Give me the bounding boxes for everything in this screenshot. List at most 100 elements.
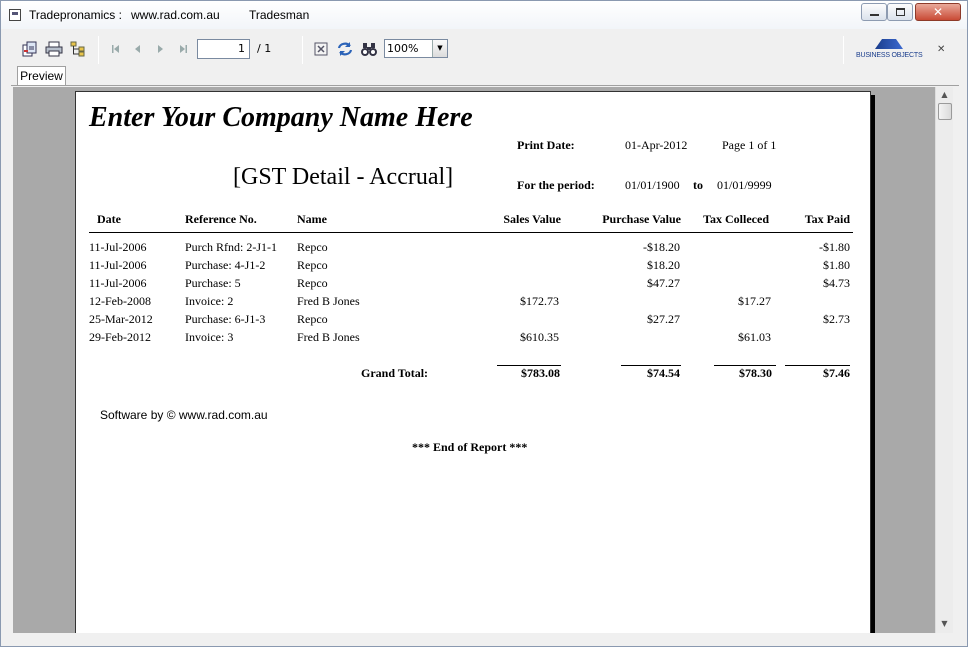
cell-tax-paid: $4.73 [823, 276, 850, 290]
report-page: Enter Your Company Name Here Print Date:… [75, 91, 871, 633]
first-page-icon [112, 45, 119, 53]
total-tax-paid: $7.46 [823, 366, 850, 380]
binoculars-icon [361, 43, 377, 56]
refresh-icon [337, 42, 353, 56]
maximize-icon [895, 8, 905, 16]
last-page-icon [180, 45, 187, 53]
header-rule [89, 232, 853, 233]
title-app-name: Tradepronamics : [29, 8, 122, 22]
report-title: [GST Detail - Accrual] [233, 164, 454, 190]
status-strip [13, 633, 953, 645]
title-user: Tradesman [249, 8, 310, 22]
business-objects-logo: BUSINESS OBJECTS [856, 39, 923, 63]
column-header-sales: Sales Value [503, 212, 561, 226]
last-page-button[interactable] [174, 40, 192, 58]
company-name: Enter Your Company Name Here [89, 102, 473, 133]
cell-date: 11-Jul-2006 [89, 258, 147, 272]
cell-date: 12-Feb-2008 [89, 294, 151, 308]
zoom-value: 100% [387, 42, 419, 55]
previous-page-button[interactable] [129, 40, 147, 58]
scroll-thumb[interactable] [938, 103, 952, 120]
cell-tax-paid: $1.80 [823, 258, 850, 272]
column-header-tax-collected: Tax Colleced [703, 212, 769, 226]
cell-name: Repco [297, 258, 328, 272]
cell-date: 11-Jul-2006 [89, 276, 147, 290]
period-to: 01/01/9999 [717, 178, 772, 192]
maximize-button[interactable] [887, 3, 913, 21]
page-total: / 1 [257, 42, 272, 55]
page-info: Page 1 of 1 [722, 138, 777, 152]
close-window-button[interactable]: ✕ [915, 3, 961, 21]
export-icon [22, 41, 37, 57]
viewer-toolbar: 1 / 1 100% ▼ BUSINESS OBJECTS ✕ [11, 33, 959, 67]
cell-date: 11-Jul-2006 [89, 240, 147, 254]
first-page-button[interactable] [107, 40, 125, 58]
cell-reference: Purchase: 6-J1-3 [185, 312, 266, 326]
search-button[interactable] [360, 40, 378, 58]
print-button[interactable] [45, 40, 63, 58]
vertical-scrollbar[interactable]: ▲ ▼ [935, 87, 953, 633]
refresh-button[interactable] [336, 40, 354, 58]
toolbar-separator [302, 36, 303, 64]
title-site: www.rad.com.au [131, 8, 220, 22]
next-page-icon [158, 45, 163, 53]
business-objects-logo-icon [875, 39, 903, 49]
scroll-down-icon[interactable]: ▼ [939, 619, 950, 629]
column-header-purchase: Purchase Value [602, 212, 681, 226]
cell-sales: $610.35 [520, 330, 559, 344]
cell-purchase: $47.27 [647, 276, 680, 290]
minimize-icon [869, 14, 879, 16]
export-button[interactable] [21, 40, 39, 58]
total-purchase: $74.54 [647, 366, 680, 380]
group-tree-button[interactable] [69, 40, 87, 58]
cell-purchase: $27.27 [647, 312, 680, 326]
tab-preview[interactable]: Preview [17, 66, 66, 86]
close-view-icon[interactable]: ✕ [937, 45, 947, 55]
software-credit: Software by © www.rad.com.au [100, 408, 268, 422]
title-bar: Tradepronamics : www.rad.com.au Tradesma… [1, 1, 967, 29]
cell-reference: Purchase: 4-J1-2 [185, 258, 266, 272]
cell-date: 29-Feb-2012 [89, 330, 151, 344]
cell-sales: $172.73 [520, 294, 559, 308]
period-to-label: to [693, 178, 703, 192]
cell-name: Repco [297, 240, 328, 254]
minimize-button[interactable] [861, 3, 887, 21]
period-label: For the period: [517, 178, 595, 192]
print-date-value: 01-Apr-2012 [625, 138, 688, 152]
chevron-down-icon[interactable]: ▼ [432, 40, 447, 57]
cell-name: Fred B Jones [297, 330, 360, 344]
column-header-tax-paid: Tax Paid [804, 212, 850, 226]
tree-icon [70, 41, 85, 57]
cell-tax-collected: $17.27 [738, 294, 771, 308]
page-number-input[interactable]: 1 [197, 39, 250, 59]
report-viewer-window: Tradepronamics : www.rad.com.au Tradesma… [0, 0, 968, 647]
column-header-date: Date [97, 212, 121, 226]
cell-tax-paid: -$1.80 [819, 240, 850, 254]
grand-total-label: Grand Total: [361, 366, 429, 380]
period-from: 01/01/1900 [625, 178, 680, 192]
stop-button[interactable] [312, 40, 330, 58]
business-objects-logo-text: BUSINESS OBJECTS [856, 52, 923, 59]
toolbar-separator [843, 36, 844, 64]
scroll-up-icon[interactable]: ▲ [939, 90, 950, 100]
column-header-reference: Reference No. [185, 212, 257, 226]
cell-name: Repco [297, 276, 328, 290]
zoom-select[interactable]: 100% ▼ [384, 39, 448, 58]
cell-purchase: $18.20 [647, 258, 680, 272]
tab-divider [11, 85, 959, 86]
close-icon: ✕ [932, 5, 944, 19]
stop-icon [314, 42, 328, 56]
cell-reference: Invoice: 2 [185, 294, 234, 308]
report-viewport: Enter Your Company Name Here Print Date:… [13, 87, 935, 633]
total-tax-collected: $78.30 [739, 366, 772, 380]
column-header-name: Name [297, 212, 327, 226]
cell-reference: Purchase: 5 [185, 276, 241, 290]
app-icon [9, 9, 21, 21]
printer-icon [45, 41, 63, 57]
previous-page-icon [135, 45, 140, 53]
cell-purchase: -$18.20 [643, 240, 680, 254]
cell-reference: Purch Rfnd: 2-J1-1 [185, 240, 277, 254]
end-of-report: *** End of Report *** [412, 440, 528, 454]
next-page-button[interactable] [151, 40, 169, 58]
cell-tax-collected: $61.03 [738, 330, 771, 344]
